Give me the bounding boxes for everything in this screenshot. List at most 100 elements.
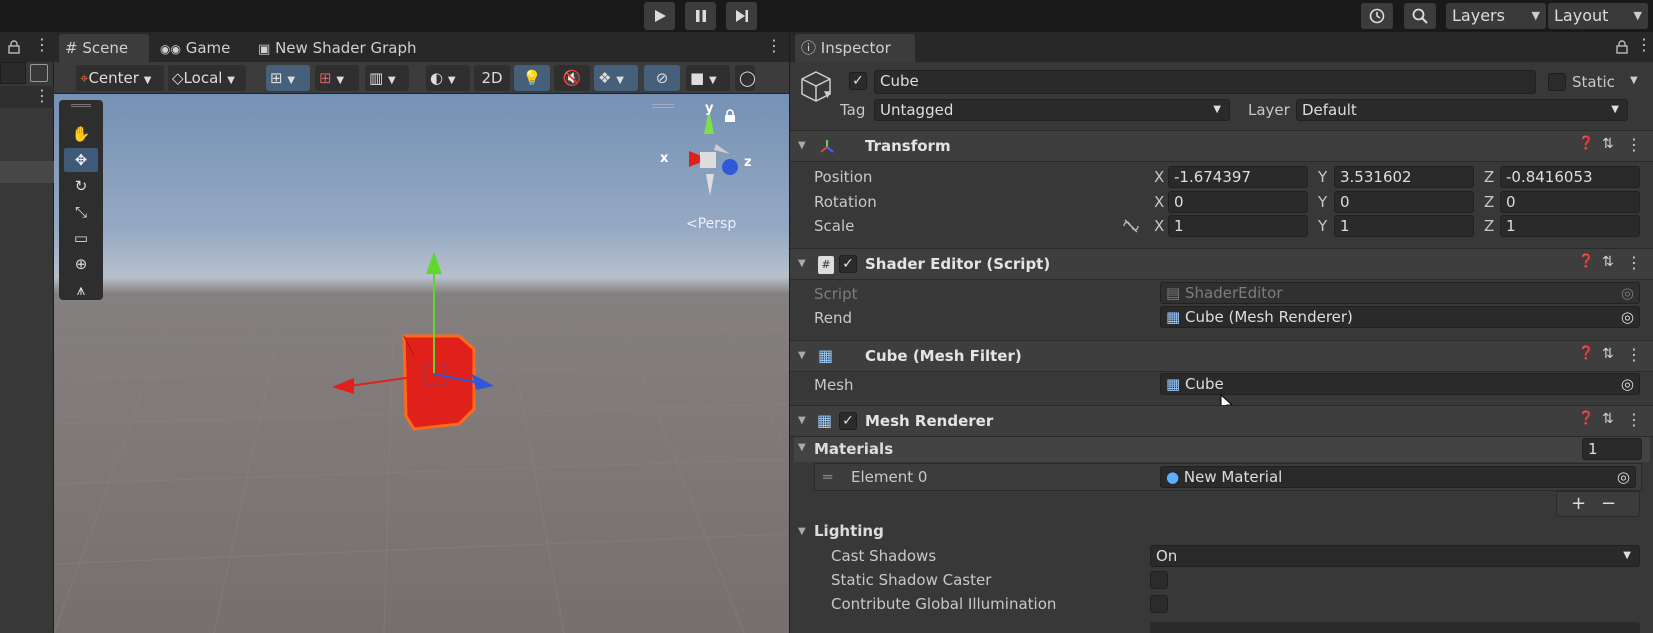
drag-handle-icon[interactable] [71, 104, 91, 107]
contribute-gi-checkbox[interactable] [1150, 595, 1168, 613]
object-picker-icon[interactable]: ◎ [1621, 307, 1634, 327]
rect-tool[interactable]: ▭ [64, 226, 98, 250]
orientation-gizmo[interactable]: y x z [654, 101, 764, 204]
layer-dropdown[interactable]: Default ▼ [1296, 99, 1628, 121]
more-menu-icon[interactable]: ⋮ [1626, 135, 1642, 154]
scene-visibility-toggle[interactable]: ⊘ [644, 65, 680, 91]
reorder-handle-icon[interactable]: ═ [823, 468, 832, 486]
lock-icon[interactable] [8, 40, 20, 54]
effects-dropdown[interactable]: ❖ ▼ [594, 65, 638, 91]
position-x-field[interactable]: -1.674397 [1168, 166, 1308, 188]
search-button[interactable] [1404, 3, 1436, 29]
tab-game[interactable]: ◉◉ Game [154, 34, 249, 62]
more-menu-icon[interactable]: ⋮ [1626, 410, 1642, 429]
camera-dropdown[interactable]: ■ ▼ [686, 65, 730, 91]
fold-arrow-icon[interactable]: ▼ [798, 415, 806, 426]
tab-scene[interactable]: # Scene [59, 34, 149, 62]
chevron-down-icon[interactable]: ▼ [1630, 75, 1638, 86]
projection-toggle[interactable]: <Persp [686, 216, 736, 232]
lighting-toggle[interactable]: 💡 [514, 65, 550, 91]
help-icon[interactable]: ❓ [1578, 346, 1594, 361]
help-icon[interactable]: ❓ [1578, 136, 1594, 151]
fold-arrow-icon[interactable]: ▼ [798, 258, 806, 269]
more-menu-icon[interactable]: ⋮ [1626, 253, 1642, 272]
step-button[interactable] [726, 2, 757, 30]
help-icon[interactable]: ❓ [1578, 254, 1594, 269]
receive-gi-dropdown[interactable] [1150, 622, 1640, 633]
history-button[interactable] [1361, 3, 1393, 29]
mesh-renderer-enabled-checkbox[interactable]: ✓ [839, 412, 857, 430]
element-0-field[interactable]: ● New Material ◎ [1160, 466, 1636, 488]
gizmos-dropdown[interactable]: ◯ [735, 65, 756, 91]
mesh-renderer-header[interactable]: ▼ ▦ ✓ Mesh Renderer ❓ ⇅ ⋮ [790, 405, 1653, 437]
scene-viewport[interactable]: ✋ ✥ ↻ ⤡ ▭ ⊕ ⩚ y x z <Persp [54, 94, 789, 633]
toggle-2d-button[interactable]: 2D [474, 65, 510, 91]
mesh-field[interactable]: ▦ Cube ◎ [1160, 373, 1640, 395]
rotate-tool[interactable]: ↻ [64, 174, 98, 198]
shader-editor-enabled-checkbox[interactable]: ✓ [839, 255, 857, 273]
tab-shader-graph[interactable]: ▣ New Shader Graph [252, 34, 482, 62]
settings-sliders-icon[interactable]: ⇅ [1602, 136, 1614, 152]
position-y-field[interactable]: 3.531602 [1334, 166, 1474, 188]
scale-y-field[interactable]: 1 [1334, 215, 1474, 237]
rend-field[interactable]: ▦ Cube (Mesh Renderer) ◎ [1160, 306, 1640, 328]
settings-sliders-icon[interactable]: ⇅ [1602, 411, 1614, 427]
fold-arrow-icon[interactable]: ▼ [798, 140, 806, 151]
object-name-field[interactable]: Cube [874, 70, 1536, 94]
mesh-filter-header[interactable]: ▼ ▦ Cube (Mesh Filter) ❓ ⇅ ⋮ [790, 340, 1653, 372]
static-checkbox[interactable] [1548, 73, 1566, 91]
chevron-down-icon[interactable]: ▼ [824, 90, 831, 100]
move-tool[interactable]: ✥ [64, 148, 98, 172]
rotation-z-field[interactable]: 0 [1500, 191, 1640, 213]
tag-dropdown[interactable]: Untagged ▼ [874, 99, 1230, 121]
shader-editor-header[interactable]: ▼ # ✓ Shader Editor (Script) ❓ ⇅ ⋮ [790, 248, 1653, 280]
lock-icon[interactable] [1616, 40, 1628, 54]
move-gizmo[interactable] [324, 194, 524, 444]
more-menu-icon[interactable]: ⋮ [34, 35, 50, 54]
fold-arrow-icon[interactable]: ▼ [798, 350, 806, 361]
audio-toggle[interactable]: 🔇 [554, 65, 590, 91]
static-shadow-caster-checkbox[interactable] [1150, 571, 1168, 589]
cast-shadows-dropdown[interactable]: On ▼ [1150, 545, 1640, 567]
draw-mode-dropdown[interactable]: ◐ ▼ [426, 65, 470, 91]
scale-z-field[interactable]: 1 [1500, 215, 1640, 237]
more-menu-icon[interactable]: ⋮ [1626, 345, 1642, 364]
hierarchy-search-input[interactable] [0, 62, 26, 84]
rotation-x-field[interactable]: 0 [1168, 191, 1308, 213]
grid-visibility-button[interactable]: ⊞ ▼ [315, 65, 359, 91]
remove-element-button[interactable]: − [1601, 493, 1616, 514]
rotation-y-field[interactable]: 0 [1334, 191, 1474, 213]
scale-x-field[interactable]: 1 [1168, 215, 1308, 237]
more-menu-icon[interactable]: ⋮ [766, 36, 782, 55]
help-icon[interactable]: ❓ [1578, 411, 1594, 426]
scale-tool[interactable]: ⤡ [64, 200, 98, 224]
add-element-button[interactable]: + [1571, 493, 1586, 514]
object-picker-icon[interactable]: ◎ [1617, 467, 1630, 487]
more-menu-icon[interactable]: ⋮ [34, 86, 50, 105]
play-button[interactable] [644, 2, 675, 30]
hierarchy-selected-row[interactable] [0, 161, 54, 183]
object-picker-icon[interactable]: ◎ [1621, 374, 1634, 394]
layout-dropdown[interactable]: Layout ▼ [1548, 3, 1648, 29]
transform-header[interactable]: ▼ Transform ❓ ⇅ ⋮ [790, 130, 1653, 162]
fold-arrow-icon[interactable]: ▼ [798, 526, 806, 537]
custom-tool[interactable]: ⩚ [64, 278, 98, 302]
grid-snap-button[interactable]: ⊞ ▼ [266, 65, 310, 91]
more-menu-icon[interactable]: ⋮ [1636, 35, 1652, 54]
materials-count-field[interactable]: 1 [1582, 438, 1642, 460]
pause-button[interactable] [685, 2, 716, 30]
increment-snap-button[interactable]: ▥ ▼ [365, 65, 409, 91]
pivot-dropdown[interactable]: ⌖Center ▼ [76, 65, 164, 91]
active-checkbox[interactable]: ✓ [849, 72, 867, 90]
transform-tool[interactable]: ⊕ [64, 252, 98, 276]
create-icon[interactable] [30, 64, 48, 82]
hand-tool[interactable]: ✋ [64, 122, 98, 146]
tab-inspector[interactable]: ⓘ Inspector [795, 34, 915, 62]
settings-sliders-icon[interactable]: ⇅ [1602, 346, 1614, 362]
materials-foldout[interactable]: ▼ Materials [794, 437, 1650, 462]
constrain-proportions-icon[interactable] [1122, 218, 1140, 234]
position-z-field[interactable]: -0.8416053 [1500, 166, 1640, 188]
layers-dropdown[interactable]: Layers ▼ [1446, 3, 1546, 29]
space-dropdown[interactable]: ◇Local ▼ [168, 65, 246, 91]
settings-sliders-icon[interactable]: ⇅ [1602, 254, 1614, 270]
